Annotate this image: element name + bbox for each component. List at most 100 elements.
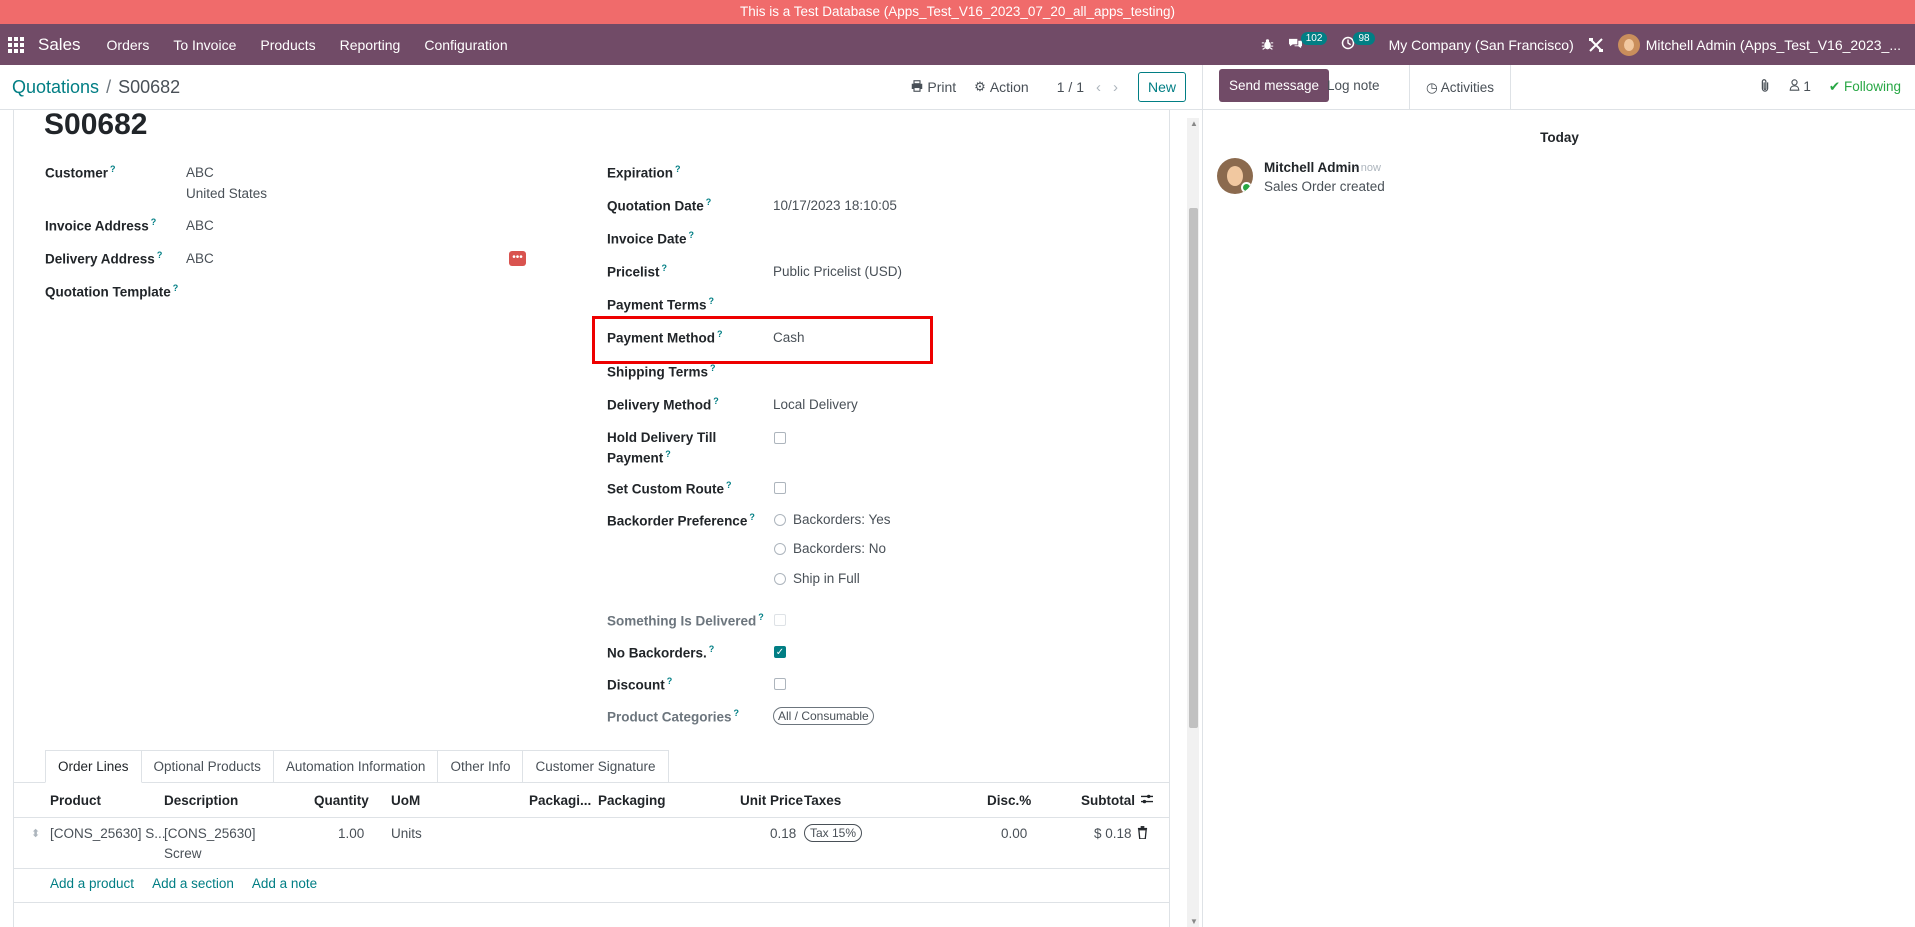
following-button[interactable]: ✔ Following xyxy=(1829,79,1901,95)
col-disc[interactable]: Disc.% xyxy=(987,793,1031,808)
col-unit-price[interactable]: Unit Price xyxy=(740,793,803,808)
message-author[interactable]: Mitchell Admin xyxy=(1264,160,1360,175)
col-packaging[interactable]: Packaging xyxy=(598,793,666,808)
drag-handle-icon[interactable]: ⬍ xyxy=(31,827,40,840)
col-product[interactable]: Product xyxy=(50,793,101,808)
apps-menu-icon[interactable] xyxy=(8,36,24,53)
menu-products[interactable]: Products xyxy=(248,37,327,53)
messaging-menu[interactable]: 102 xyxy=(1288,32,1328,53)
menu-configuration[interactable]: Configuration xyxy=(412,37,519,53)
quotation-date-label: Quotation Date? xyxy=(607,197,712,214)
send-message-button[interactable]: Send message xyxy=(1219,69,1330,102)
message-time: - now xyxy=(1354,162,1381,174)
tools-icon[interactable] xyxy=(1588,37,1604,53)
menu-orders[interactable]: Orders xyxy=(95,37,162,53)
invoice-address-field[interactable]: ABC xyxy=(186,218,214,233)
delivery-address-field[interactable]: ABC xyxy=(186,251,214,266)
new-button[interactable]: New xyxy=(1137,72,1186,102)
hold-delivery-checkbox[interactable] xyxy=(774,432,786,444)
backorders-no-label[interactable]: Backorders: No xyxy=(793,541,886,556)
debug-bug-icon[interactable] xyxy=(1261,38,1274,51)
pager-value[interactable]: 1 / 1 xyxy=(1057,79,1084,95)
tab-automation-information[interactable]: Automation Information xyxy=(273,750,439,783)
col-quantity[interactable]: Quantity xyxy=(314,793,369,808)
form-scrollbar[interactable]: ▲ ▼ xyxy=(1187,118,1199,927)
ship-in-full-radio[interactable] xyxy=(774,573,786,585)
delivery-method-label: Delivery Method? xyxy=(607,396,719,413)
something-delivered-checkbox xyxy=(774,614,786,626)
table-row[interactable]: ⬍ [CONS_25630] S... [CONS_25630] Screw 1… xyxy=(13,818,1170,869)
pricelist-field[interactable]: Public Pricelist (USD) xyxy=(773,264,902,279)
app-name[interactable]: Sales xyxy=(38,35,81,55)
scroll-up-icon[interactable]: ▲ xyxy=(1190,119,1198,128)
something-delivered-label: Something Is Delivered? xyxy=(607,612,764,629)
backorders-no-radio[interactable] xyxy=(774,543,786,555)
tab-other-info[interactable]: Other Info xyxy=(438,750,524,783)
row-description-line1[interactable]: [CONS_25630] xyxy=(164,826,256,841)
customer-name[interactable]: ABC xyxy=(186,165,214,180)
add-section-link[interactable]: Add a section xyxy=(152,876,234,891)
col-uom[interactable]: UoM xyxy=(391,793,420,808)
scroll-down-icon[interactable]: ▼ xyxy=(1190,917,1198,926)
backorders-yes-label[interactable]: Backorders: Yes xyxy=(793,512,891,527)
row-uom[interactable]: Units xyxy=(391,826,422,841)
discount-checkbox[interactable] xyxy=(774,678,786,690)
print-button[interactable]: Print xyxy=(911,79,956,95)
tax-tag: Tax 15% xyxy=(804,824,863,842)
col-subtotal[interactable]: Subtotal xyxy=(1081,793,1135,808)
breadcrumb-quotations[interactable]: Quotations xyxy=(12,77,99,98)
tab-customer-signature[interactable]: Customer Signature xyxy=(523,750,669,783)
ship-in-full-label[interactable]: Ship in Full xyxy=(793,571,860,586)
tab-order-lines[interactable]: Order Lines xyxy=(45,750,142,783)
delivery-method-field[interactable]: Local Delivery xyxy=(773,397,858,412)
log-note-button[interactable]: Log note xyxy=(1327,78,1380,93)
product-category-tag[interactable]: All / Consumable xyxy=(773,707,874,725)
form-scrollbar-thumb[interactable] xyxy=(1189,208,1198,728)
tab-optional-products[interactable]: Optional Products xyxy=(141,750,274,783)
no-backorders-checkbox[interactable]: ✓ xyxy=(774,646,786,658)
set-custom-route-checkbox[interactable] xyxy=(774,482,786,494)
pricelist-label: Pricelist? xyxy=(607,263,668,280)
row-unit-price[interactable]: 0.18 xyxy=(770,826,796,841)
add-product-link[interactable]: Add a product xyxy=(50,876,134,891)
backorder-preference-label: Backorder Preference? xyxy=(607,512,755,529)
address-warning-icon[interactable]: ••• xyxy=(509,251,526,266)
shipping-terms-label: Shipping Terms? xyxy=(607,363,716,380)
col-packaging-qty[interactable]: Packagi... xyxy=(529,793,591,808)
pager-next-icon[interactable]: › xyxy=(1113,79,1118,96)
record-title: S00682 xyxy=(44,110,148,141)
person-icon xyxy=(1789,79,1804,94)
trash-icon[interactable] xyxy=(1137,826,1148,842)
row-description-line2[interactable]: Screw xyxy=(164,846,202,861)
add-note-link[interactable]: Add a note xyxy=(252,876,317,891)
pager-previous-icon[interactable]: ‹ xyxy=(1096,79,1101,96)
company-switcher[interactable]: My Company (San Francisco) xyxy=(1389,37,1574,53)
backorders-yes-radio[interactable] xyxy=(774,514,786,526)
menu-reporting[interactable]: Reporting xyxy=(328,37,413,53)
row-product[interactable]: [CONS_25630] S... xyxy=(50,826,166,841)
order-lines-header: Product Description Quantity UoM Packagi… xyxy=(13,784,1170,818)
chatter-panel: Send message Log note ◷ Activities 1 ✔ F… xyxy=(1202,65,1915,927)
action-button[interactable]: ⚙ Action xyxy=(974,79,1029,95)
customer-country: United States xyxy=(186,186,268,201)
quotation-date-field[interactable]: 10/17/2023 18:10:05 xyxy=(773,198,897,213)
activities-button[interactable]: ◷ Activities xyxy=(1409,65,1512,110)
menu-to-invoice[interactable]: To Invoice xyxy=(161,37,248,53)
notebook-tabs: Order Lines Optional Products Automation… xyxy=(45,750,669,783)
row-quantity[interactable]: 1.00 xyxy=(338,826,364,841)
col-description[interactable]: Description xyxy=(164,793,238,808)
systray: 102 98 My Company (San Francisco) Mitche… xyxy=(1261,24,1915,65)
hold-delivery-label-line2: Payment? xyxy=(607,449,671,466)
user-menu[interactable]: Mitchell Admin (Apps_Test_V16_2023_... xyxy=(1617,33,1901,56)
optional-columns-icon[interactable] xyxy=(1140,793,1154,808)
expiration-label: Expiration? xyxy=(607,164,681,181)
row-disc[interactable]: 0.00 xyxy=(1001,826,1027,841)
customer-label: Customer? xyxy=(45,164,116,181)
row-taxes[interactable]: Tax 15% xyxy=(804,824,863,842)
author-avatar[interactable] xyxy=(1217,158,1253,194)
paperclip-icon[interactable] xyxy=(1759,78,1771,95)
activity-menu[interactable]: 98 xyxy=(1341,32,1375,53)
col-taxes[interactable]: Taxes xyxy=(804,793,841,808)
chatter-actions: 1 ✔ Following xyxy=(1741,78,1901,95)
followers-button[interactable]: 1 xyxy=(1789,79,1811,94)
